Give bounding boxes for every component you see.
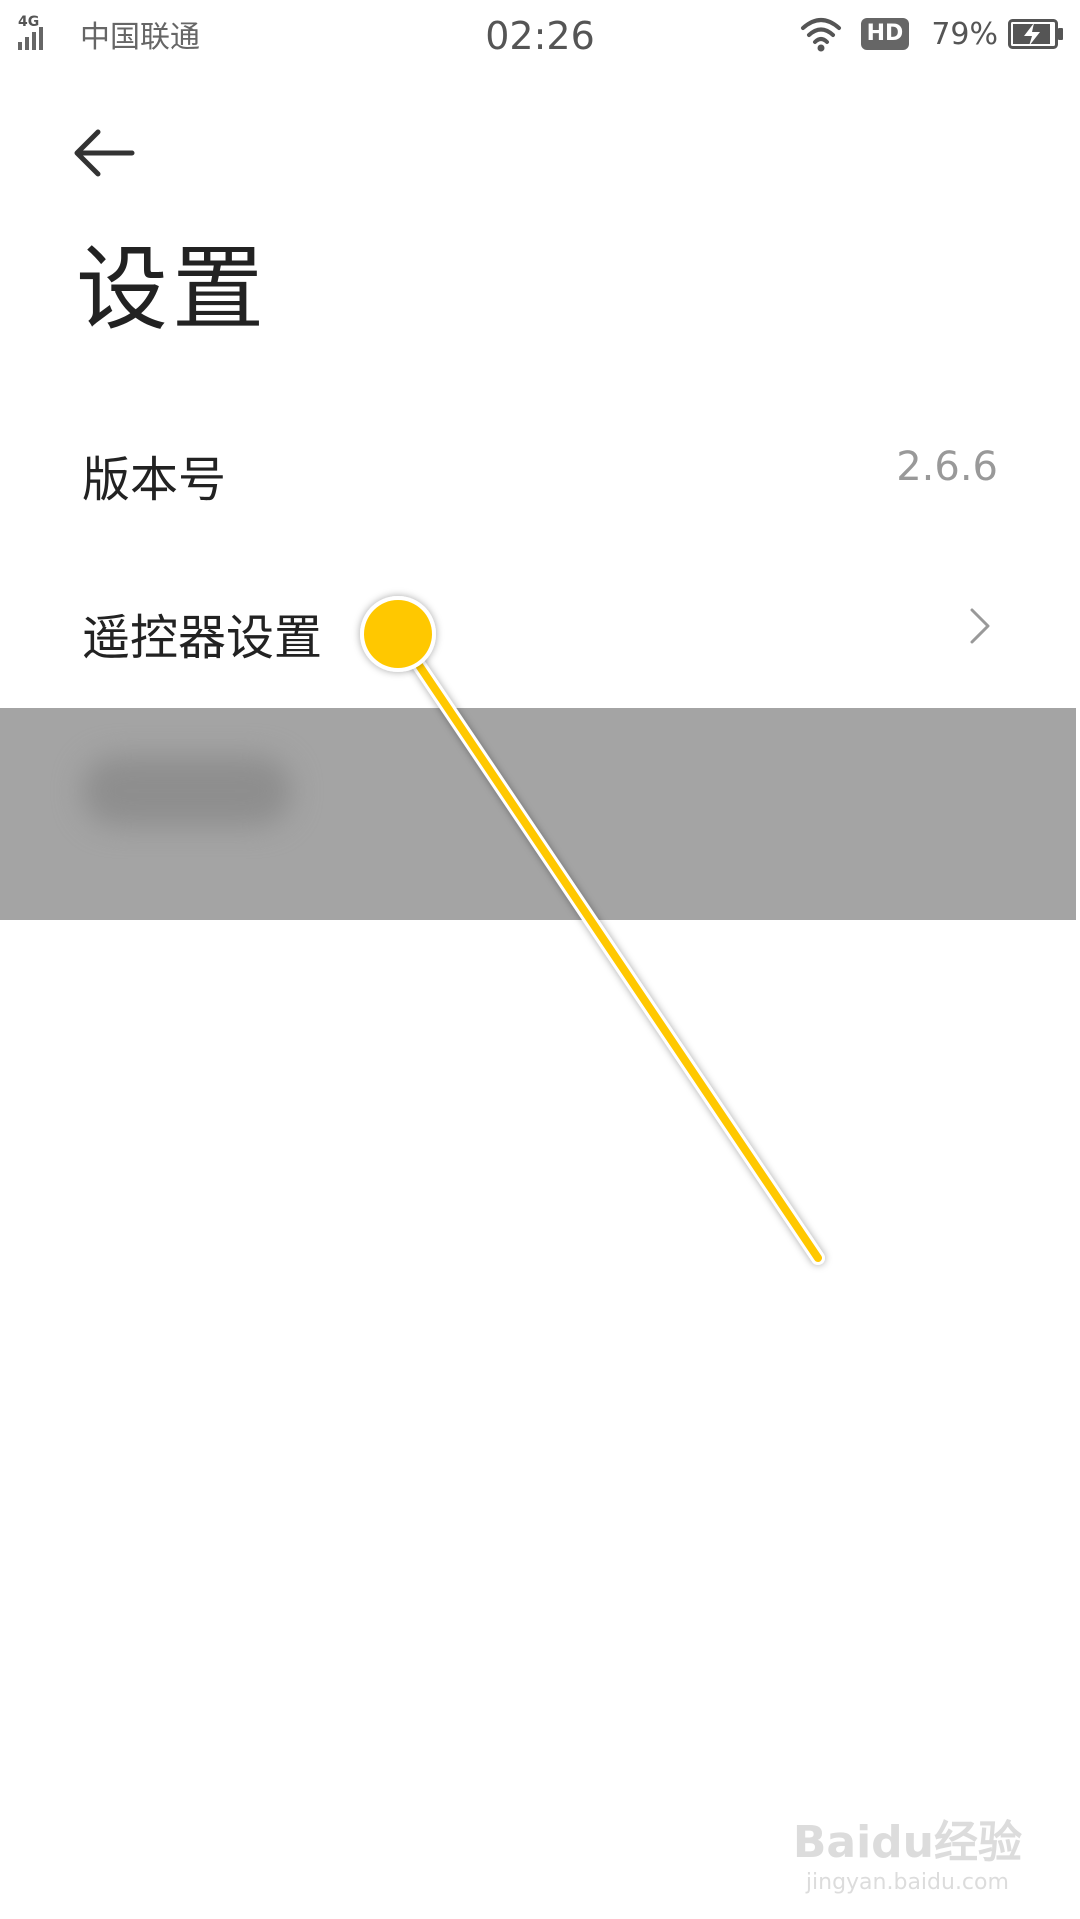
status-right: HD 79% (799, 14, 1064, 54)
blurred-text (82, 756, 292, 826)
remote-settings-row[interactable]: 遥控器设置 (0, 578, 1080, 688)
version-row: 版本号 2.6.6 (0, 420, 1080, 530)
chevron-right-icon (970, 608, 990, 644)
remote-settings-label: 遥控器设置 (82, 610, 323, 666)
battery-percent: 79% (931, 16, 998, 52)
back-button[interactable] (72, 126, 136, 180)
blurred-row (0, 708, 1076, 920)
arrow-left-icon (74, 129, 135, 177)
hd-badge: HD (860, 18, 910, 50)
page-title: 设置 (76, 236, 269, 343)
status-bar: 4G 中国联通 02:26 HD 79% (0, 0, 1080, 76)
watermark-logo: Baidu经验 (792, 1817, 1022, 1868)
wifi-icon (800, 18, 841, 52)
watermark: Baidu经验 jingyan.baidu.com (793, 1806, 1022, 1895)
version-label: 版本号 (82, 452, 227, 508)
battery-charging-icon (1008, 19, 1063, 49)
watermark-url: jingyan.baidu.com (805, 1870, 1009, 1895)
version-value: 2.6.6 (896, 444, 998, 490)
